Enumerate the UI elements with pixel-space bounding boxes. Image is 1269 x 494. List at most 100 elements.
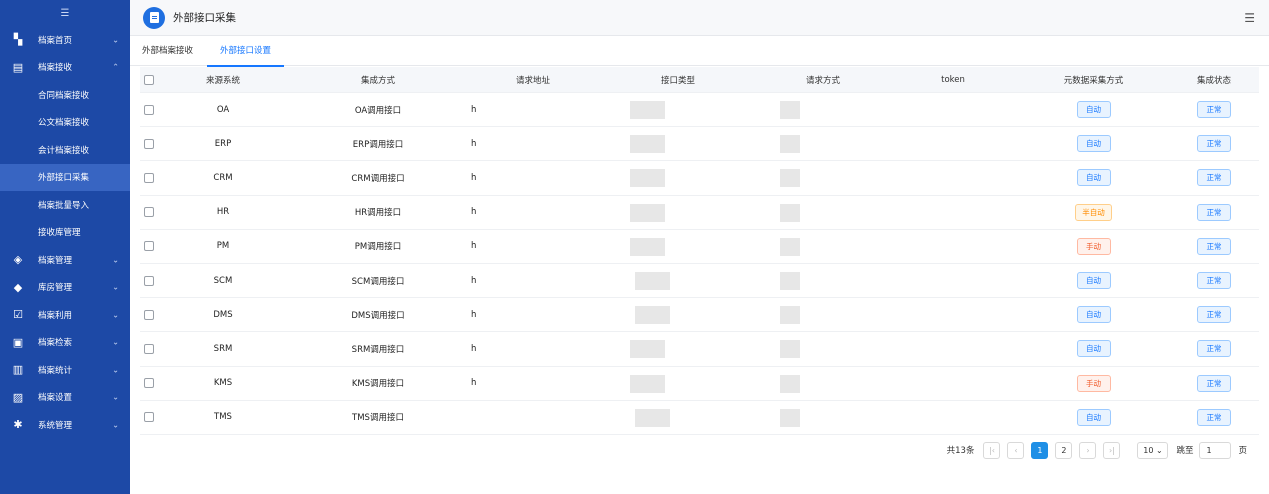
sidebar: ☰ ▚ 档案首页 ⌄ ▤ 档案接收 ⌃ 合同档案接收 公文档案接收 会计档案接收 外部接口采集 档案…: [0, 0, 130, 494]
pagination: 共13条 |‹ ‹ 1 2 › ›| 10 ⌄ 跳至 1 页: [947, 441, 1247, 459]
table-row[interactable]: CRM CRM调用接口 h 自动 正常: [140, 161, 1259, 196]
sidebar-subitem[interactable]: 合同档案接收: [0, 81, 130, 109]
cell-metadata-mode: 自动: [1018, 340, 1169, 358]
page-2-button[interactable]: 2: [1055, 441, 1073, 459]
collapse-icon[interactable]: ☰: [0, 0, 130, 26]
cell-status: 正常: [1169, 374, 1259, 392]
cell-integration: SRM调用接口: [351, 344, 405, 355]
cell-integration: CRM调用接口: [351, 173, 405, 184]
select-all-checkbox[interactable]: [140, 74, 158, 85]
table-row[interactable]: TMS TMS调用接口 w 自动 正常: [140, 401, 1259, 435]
row-checkbox[interactable]: [140, 172, 158, 183]
redacted-block: [780, 408, 800, 427]
row-checkbox[interactable]: [140, 343, 158, 354]
redacted-block: [780, 101, 800, 119]
sidebar-item[interactable]: ▣ 档案检索 ⌄: [0, 329, 130, 357]
cell-source: SRM: [213, 343, 233, 354]
redacted-block: [630, 203, 665, 222]
table-row[interactable]: OA OA调用接口 h 自动 正常: [140, 93, 1259, 128]
sidebar-subitem[interactable]: 公文档案接收: [0, 109, 130, 137]
redacted-block: [780, 237, 800, 256]
cell-status: 正常: [1169, 203, 1259, 221]
table-row[interactable]: ERP ERP调用接口 h 自动 正常: [140, 127, 1259, 162]
status-badge: 正常: [1197, 306, 1231, 324]
page-size-select[interactable]: 10 ⌄: [1137, 441, 1169, 459]
cell-source: KMS: [213, 378, 233, 389]
metadata-mode-badge: 自动: [1076, 340, 1111, 358]
row-checkbox[interactable]: [140, 309, 158, 320]
redacted-block: [630, 101, 665, 119]
page-1-button[interactable]: 1: [1031, 441, 1049, 459]
sidebar-item[interactable]: ▤ 档案接收 ⌃: [0, 54, 130, 82]
prev-page-button[interactable]: ‹: [1007, 441, 1025, 459]
cell-url: h: [471, 172, 477, 183]
cell-source: SCM: [213, 275, 233, 286]
redacted-block: [635, 408, 670, 427]
menu-icon[interactable]: ☰: [1244, 11, 1255, 25]
status-badge: 正常: [1197, 340, 1231, 358]
sidebar-item[interactable]: ▥ 档案统计 ⌄: [0, 356, 130, 384]
row-checkbox[interactable]: [140, 138, 158, 149]
sidebar-subitem[interactable]: 会计档案接收: [0, 136, 130, 164]
row-checkbox[interactable]: [140, 241, 158, 252]
cell-status: 正常: [1169, 169, 1259, 187]
redacted-block: [780, 340, 800, 359]
sidebar-item[interactable]: ◆ 库房管理 ⌄: [0, 274, 130, 302]
page-unit-label: 页: [1238, 446, 1247, 456]
table-row[interactable]: HR HR调用接口 h 半自动 正常: [140, 196, 1259, 230]
cell-source: TMS: [214, 412, 232, 423]
chevron-down-icon: ⌄: [1155, 445, 1163, 455]
interface-table: 来源系统 集成方式 请求地址 接口类型 请求方式 token 元数据采集方式 集…: [140, 67, 1259, 435]
sidebar-subitem[interactable]: 档案批量导入: [0, 191, 130, 219]
row-checkbox[interactable]: [140, 275, 158, 286]
chevron-down-icon: ⌄: [112, 337, 119, 347]
cell-status: 正常: [1169, 340, 1259, 358]
metadata-mode-badge: 自动: [1076, 135, 1111, 153]
table-row[interactable]: DMS DMS调用接口 h w 自动 正常: [140, 298, 1259, 333]
table-row[interactable]: SRM SRM调用接口 h 自动 正常: [140, 332, 1259, 367]
cell-url: h: [471, 378, 477, 389]
sidebar-item[interactable]: ▚ 档案首页 ⌄: [0, 26, 130, 54]
cell-url: h: [471, 343, 477, 354]
cell-url: h: [471, 309, 477, 320]
cell-status: 正常: [1169, 135, 1259, 153]
row-checkbox[interactable]: [140, 412, 158, 423]
status-badge: 正常: [1197, 135, 1231, 153]
cell-integration: PM调用接口: [354, 242, 402, 253]
table-row[interactable]: PM PM调用接口 h 手动 正常: [140, 230, 1259, 264]
col-url: 请求地址: [515, 75, 550, 86]
metadata-mode-badge: 自动: [1076, 101, 1111, 119]
chevron-down-icon: ⌄: [112, 392, 119, 402]
sidebar-item[interactable]: ☑ 档案利用 ⌄: [0, 301, 130, 329]
redacted-block: [630, 237, 665, 256]
table-row[interactable]: SCM SCM调用接口 h w 自动 正常: [140, 264, 1259, 299]
redacted-block: [635, 306, 670, 325]
col-source: 来源系统: [205, 75, 240, 86]
tab-external-archive-receive[interactable]: 外部档案接收: [130, 36, 205, 66]
sidebar-subitem[interactable]: 接收库管理: [0, 219, 130, 247]
row-checkbox[interactable]: [140, 207, 158, 218]
status-badge: 正常: [1197, 374, 1231, 392]
box-icon: ◆: [13, 280, 23, 294]
sidebar-subitem[interactable]: 外部接口采集: [0, 163, 130, 191]
table-row[interactable]: KMS KMS调用接口 h 手动 正常: [140, 367, 1259, 401]
row-checkbox[interactable]: [140, 378, 158, 389]
cell-url: h: [471, 241, 477, 252]
status-badge: 正常: [1197, 272, 1231, 290]
sidebar-item-label: 档案利用: [38, 310, 73, 321]
redacted-block: [630, 169, 665, 188]
last-page-button[interactable]: ›|: [1103, 441, 1121, 459]
next-page-button[interactable]: ›: [1079, 441, 1097, 459]
chevron-down-icon: ⌄: [112, 310, 119, 320]
sidebar-item[interactable]: ◈ 档案管理 ⌄: [0, 246, 130, 274]
sidebar-item[interactable]: ✱ 系统管理 ⌄: [0, 411, 130, 439]
jump-page-input[interactable]: 1: [1199, 441, 1232, 459]
cell-url: h: [471, 138, 477, 149]
first-page-button[interactable]: |‹: [983, 441, 1001, 459]
sidebar-item[interactable]: ▨ 档案设置 ⌄: [0, 384, 130, 412]
tab-external-interface-settings[interactable]: 外部接口设置: [207, 36, 285, 67]
document-icon: [143, 6, 165, 29]
cell-source: DMS: [213, 309, 233, 320]
row-checkbox[interactable]: [140, 104, 158, 115]
cell-type: w: [598, 276, 758, 286]
